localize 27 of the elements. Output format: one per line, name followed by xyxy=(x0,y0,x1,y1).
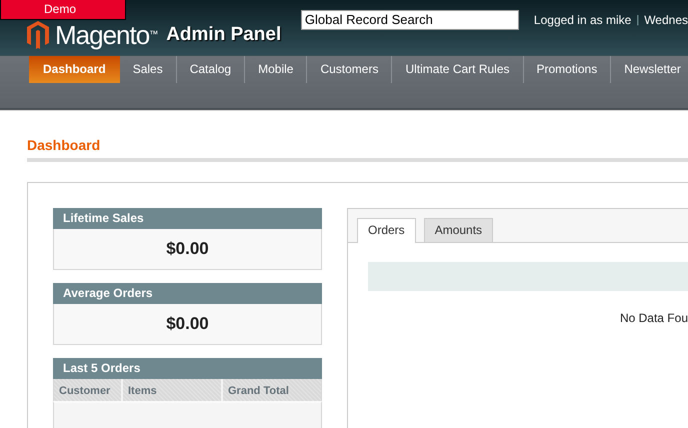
logo-icon xyxy=(27,20,49,48)
nav-tab[interactable]: Sales xyxy=(120,56,176,83)
demo-badge: Demo xyxy=(0,0,126,20)
page-title: Dashboard xyxy=(27,137,688,162)
logo-subtitle: Admin Panel xyxy=(166,24,282,46)
nav-tab[interactable]: Catalog xyxy=(176,56,244,83)
chart-tab[interactable]: Amounts xyxy=(424,218,494,242)
nav-tab[interactable]: Customers xyxy=(306,56,392,83)
chart-tab[interactable]: Orders xyxy=(357,218,416,243)
nav-tab[interactable]: Promotions xyxy=(522,56,610,83)
orders-header: Last 5 Orders xyxy=(53,358,322,379)
nav-tab[interactable]: Ultimate Cart Rules xyxy=(391,56,522,83)
date-text: Wednes xyxy=(644,12,688,26)
user-text: Logged in as mike xyxy=(534,12,632,26)
logo-text: Magento xyxy=(55,22,150,48)
search-field[interactable]: Global Record Search xyxy=(300,10,520,30)
nav-tab[interactable]: Mobile xyxy=(244,56,306,83)
stat-header: Lifetime Sales xyxy=(53,208,322,229)
nav-tab[interactable]: Newsletter xyxy=(610,56,688,83)
nav-tab[interactable]: Dashboard xyxy=(29,56,120,83)
stat-header: Average Orders xyxy=(53,283,322,304)
separator: | xyxy=(636,14,640,26)
stat-value: $0.00 xyxy=(53,229,322,270)
column-header: Customer xyxy=(58,384,112,399)
empty-message: No Data Fou xyxy=(618,311,688,325)
stat-value: $0.00 xyxy=(53,304,322,345)
trademark-sign: ™ xyxy=(149,28,158,38)
